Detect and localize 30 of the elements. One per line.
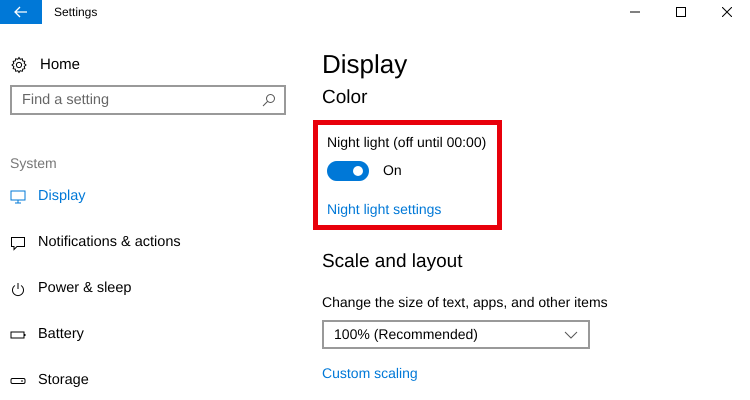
window-title: Settings — [54, 4, 98, 21]
search-icon — [262, 93, 276, 107]
nav-item[interactable]: Display — [10, 174, 300, 220]
home-item[interactable]: Home — [10, 54, 300, 76]
section-heading: Scale and layout — [322, 250, 464, 274]
gear-icon — [10, 56, 28, 74]
nav-item[interactable]: Notifications & actions — [10, 220, 300, 266]
monitor-icon — [10, 189, 26, 205]
settings-link[interactable]: Night light settings — [327, 199, 442, 220]
search-field[interactable]: Find a setting — [10, 85, 286, 115]
section-heading: Color — [322, 86, 368, 110]
setting-label: Change the size of text, apps, and other items — [322, 293, 609, 312]
nav-item[interactable]: Battery — [10, 312, 300, 358]
page-title: Display — [322, 48, 408, 80]
message-icon — [10, 235, 26, 251]
power-icon — [10, 281, 26, 297]
maximize-icon — [676, 7, 686, 17]
setting-label: Night light (off until 00:00) — [327, 133, 488, 152]
toggle-switch[interactable] — [327, 160, 369, 180]
scale-dropdown[interactable]: 100% (Recommended) — [322, 320, 590, 349]
section-heading: System — [10, 154, 58, 173]
back-arrow-icon — [14, 6, 28, 18]
settings-link[interactable]: Custom scaling — [322, 363, 418, 384]
toggle-state: On — [383, 161, 402, 180]
nav-item[interactable]: Power & sleep — [10, 266, 300, 312]
nav-item[interactable]: Storage — [10, 358, 300, 400]
back-button[interactable] — [0, 0, 42, 24]
chevron-down-icon — [564, 330, 578, 338]
minimize-icon — [630, 11, 640, 13]
close-icon — [722, 7, 732, 17]
